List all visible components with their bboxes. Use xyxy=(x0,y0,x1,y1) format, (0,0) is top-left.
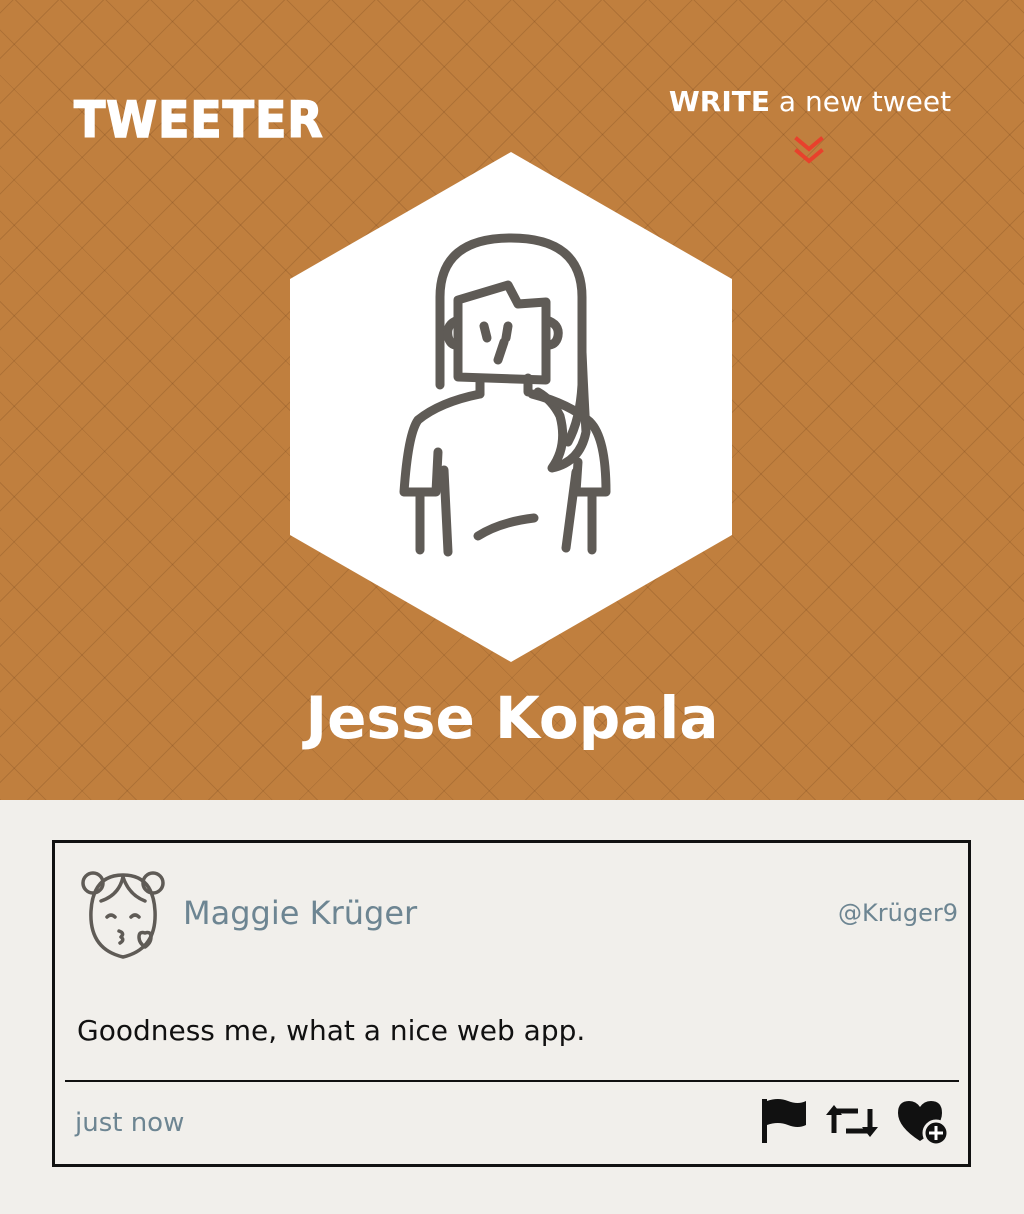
tweet-author-avatar xyxy=(81,871,165,959)
flag-button[interactable] xyxy=(758,1095,810,1147)
tweet-author-name[interactable]: Maggie Krüger xyxy=(183,891,417,935)
tweet-text: Goodness me, what a nice web app. xyxy=(77,1014,586,1047)
brand-logo[interactable]: TWEETER xyxy=(73,91,324,149)
write-link-rest: a new tweet xyxy=(770,85,952,118)
tweet-author-handle[interactable]: @Krüger9 xyxy=(838,895,958,931)
tweet-actions xyxy=(758,1095,952,1147)
like-button[interactable] xyxy=(894,1095,952,1147)
tweet-divider xyxy=(65,1080,959,1082)
retweet-button[interactable] xyxy=(824,1095,880,1147)
tweet-timestamp: just now xyxy=(75,1108,185,1138)
flag-icon xyxy=(762,1099,806,1143)
double-chevron-down-icon[interactable] xyxy=(792,134,826,166)
profile-avatar xyxy=(290,152,732,662)
profile-header: TWEETER WRITE a new tweet Jesse Kopala xyxy=(0,0,1024,800)
profile-name: Jesse Kopala xyxy=(305,684,719,752)
write-link-strong: WRITE xyxy=(668,85,771,118)
tweet-card: Maggie Krüger @Krüger9 Goodness me, what… xyxy=(52,840,971,1167)
heart-plus-icon xyxy=(898,1101,950,1147)
retweet-icon xyxy=(826,1105,878,1137)
write-tweet-link[interactable]: WRITE a new tweet xyxy=(668,84,952,120)
